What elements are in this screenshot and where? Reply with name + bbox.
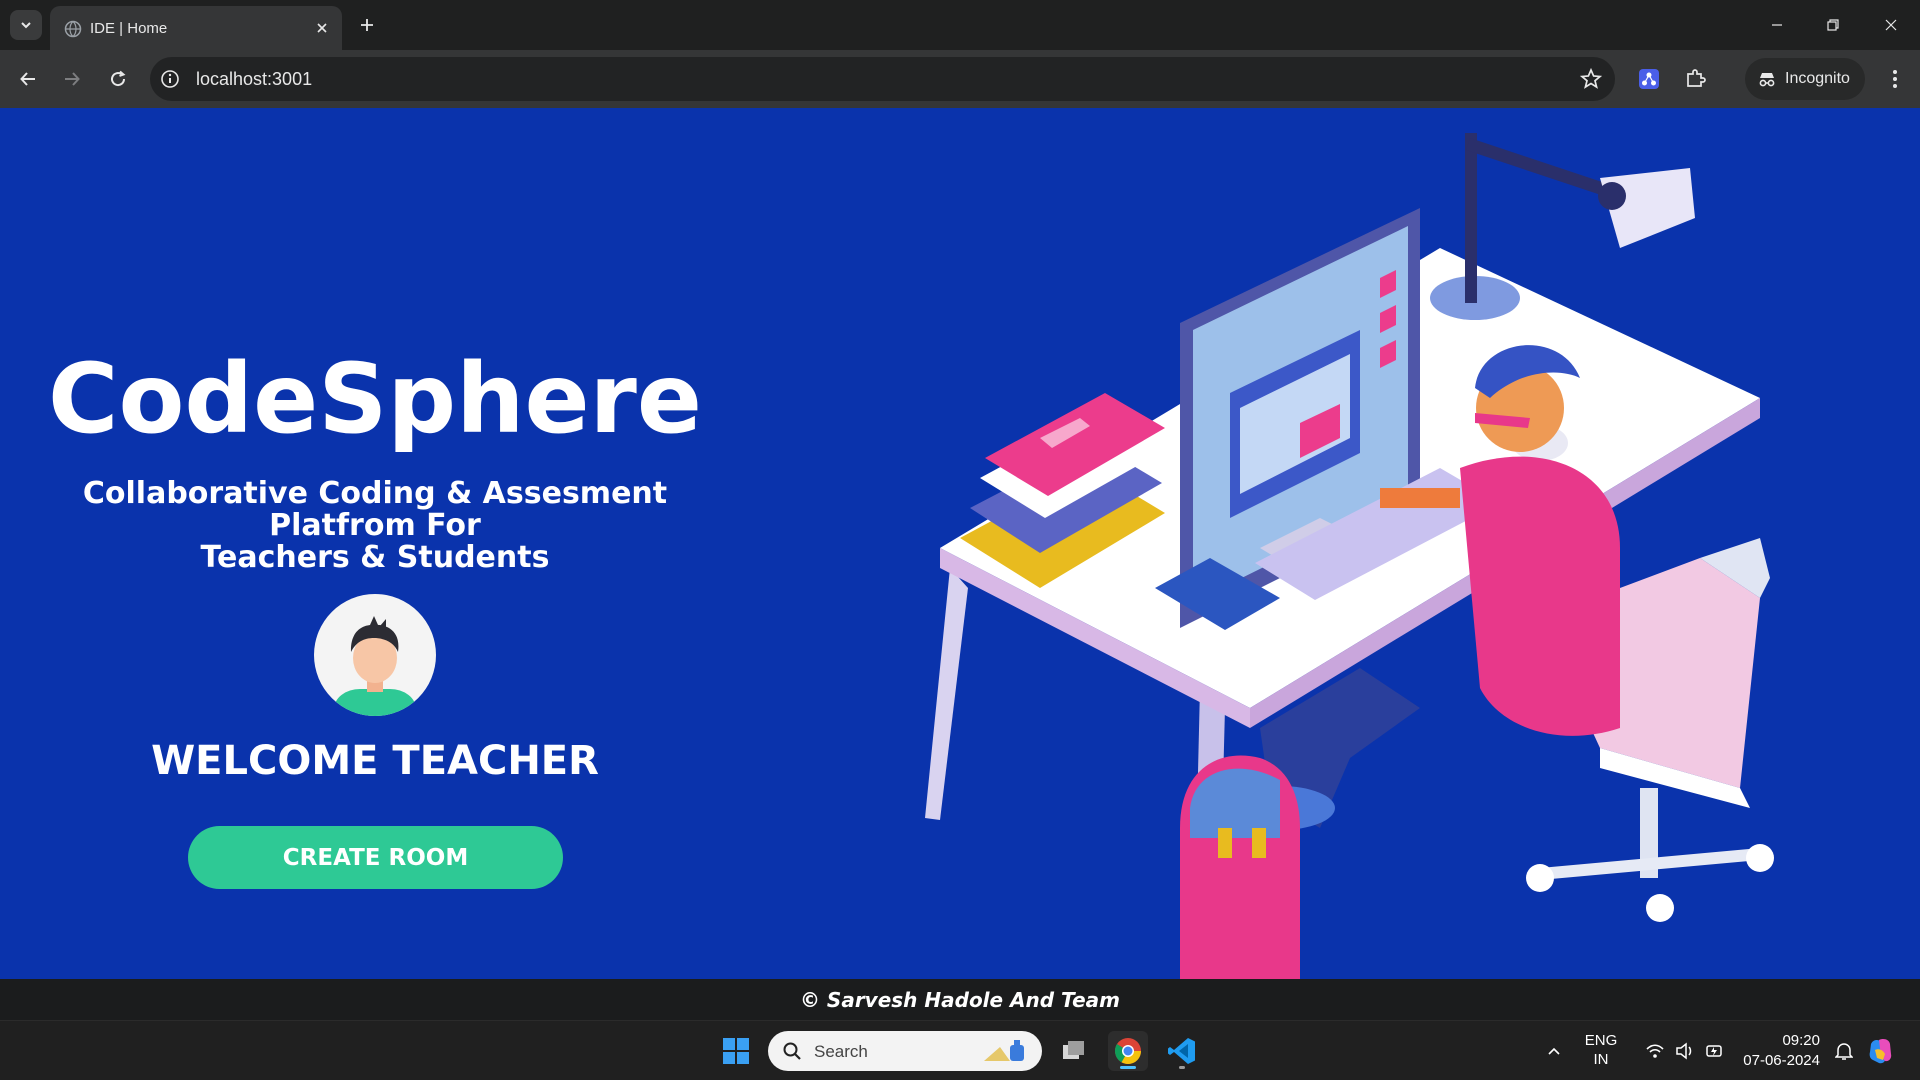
forward-button[interactable] bbox=[56, 63, 88, 95]
teacher-avatar-icon bbox=[334, 616, 416, 716]
new-tab-button[interactable] bbox=[354, 12, 380, 38]
chrome-icon bbox=[1114, 1038, 1142, 1065]
extension-app-icon bbox=[1639, 69, 1659, 89]
desk-lamp bbox=[1430, 133, 1695, 320]
bell-icon bbox=[1835, 1043, 1853, 1060]
search-highlight-icon bbox=[984, 1040, 1024, 1061]
brand-title: CodeSphere bbox=[48, 343, 702, 455]
page-footer: © Sarvesh Hadole And Team bbox=[0, 979, 1920, 1020]
tagline-line: Teachers & Students bbox=[200, 540, 550, 575]
plus-icon bbox=[361, 19, 373, 31]
more-vertical-icon bbox=[1893, 70, 1897, 88]
browser-toolbar: localhost:3001 Incognito bbox=[0, 50, 1920, 108]
create-room-button[interactable]: CREATE ROOM bbox=[188, 826, 563, 889]
tab-search-button[interactable] bbox=[10, 10, 42, 40]
clock-time: 09:20 bbox=[1782, 1032, 1820, 1049]
workspace-illustration bbox=[925, 133, 1774, 979]
notifications-button[interactable] bbox=[1824, 1031, 1864, 1071]
search-icon bbox=[783, 1042, 801, 1060]
chevron-up-icon bbox=[1548, 1047, 1560, 1055]
incognito-icon bbox=[1759, 73, 1775, 87]
chrome-taskbar-button[interactable] bbox=[1108, 1031, 1148, 1071]
taskbar-clock[interactable]: 09:20 07-06-2024 bbox=[1730, 1031, 1820, 1071]
vscode-icon bbox=[1168, 1038, 1195, 1064]
close-icon bbox=[1885, 19, 1897, 31]
welcome-heading: WELCOME TEACHER bbox=[151, 738, 599, 784]
bookmark-star-icon[interactable] bbox=[1579, 67, 1603, 91]
backpack bbox=[1180, 755, 1300, 979]
reload-button[interactable] bbox=[102, 63, 134, 95]
tab-active[interactable]: IDE | Home bbox=[50, 6, 342, 50]
tab-title: IDE | Home bbox=[90, 20, 168, 37]
extensions-menu-button[interactable] bbox=[1679, 63, 1711, 95]
show-hidden-icons-button[interactable] bbox=[1534, 1031, 1574, 1071]
browser-menu-button[interactable] bbox=[1880, 63, 1910, 95]
battery-charging-icon bbox=[1706, 1045, 1722, 1057]
start-button[interactable] bbox=[716, 1031, 756, 1071]
taskbar-search[interactable]: Search bbox=[768, 1031, 1042, 1071]
reload-icon bbox=[111, 70, 126, 87]
volume-icon bbox=[1676, 1042, 1692, 1060]
incognito-badge[interactable]: Incognito bbox=[1745, 58, 1865, 100]
arrow-right-icon bbox=[65, 72, 80, 86]
minimize-icon bbox=[1772, 24, 1782, 26]
wifi-icon bbox=[1646, 1044, 1664, 1058]
taskbar-search-label: Search bbox=[814, 1042, 868, 1061]
avatar bbox=[314, 594, 436, 716]
minimize-button[interactable] bbox=[1754, 10, 1800, 40]
address-bar[interactable]: localhost:3001 bbox=[150, 57, 1615, 101]
tagline-line: Collaborative Coding & Assesment bbox=[82, 476, 668, 511]
tagline-line: Platfrom For bbox=[269, 508, 481, 543]
region-code: IN bbox=[1593, 1051, 1609, 1068]
vscode-taskbar-button[interactable] bbox=[1162, 1031, 1202, 1071]
tagline: Collaborative Coding & Assesment Platfro… bbox=[0, 478, 750, 574]
copilot-icon bbox=[1869, 1039, 1892, 1064]
globe-icon bbox=[64, 20, 82, 38]
open-indicator bbox=[1179, 1066, 1185, 1069]
task-view-button[interactable] bbox=[1054, 1031, 1094, 1071]
puzzle-icon bbox=[1687, 69, 1706, 87]
language-indicator[interactable]: ENG IN bbox=[1576, 1031, 1626, 1069]
incognito-label: Incognito bbox=[1785, 70, 1850, 87]
url-text[interactable]: localhost:3001 bbox=[196, 69, 312, 90]
restore-button[interactable] bbox=[1810, 10, 1856, 40]
clock-date: 07-06-2024 bbox=[1743, 1052, 1820, 1069]
browser-tab-strip: IDE | Home bbox=[0, 0, 1920, 50]
hero-section: CodeSphere Collaborative Coding & Assesm… bbox=[0, 108, 750, 979]
restore-icon bbox=[1827, 19, 1839, 31]
task-view-icon bbox=[1063, 1041, 1084, 1059]
tab-close-button[interactable] bbox=[312, 18, 332, 38]
extension-button[interactable] bbox=[1633, 63, 1665, 95]
arrow-left-icon bbox=[20, 72, 35, 86]
active-indicator bbox=[1120, 1066, 1136, 1069]
copilot-button[interactable] bbox=[1860, 1031, 1900, 1071]
system-tray-quick-settings[interactable] bbox=[1630, 1031, 1740, 1071]
close-icon bbox=[317, 23, 327, 33]
info-icon[interactable] bbox=[160, 69, 180, 89]
taskbar: Search ENG IN 09:20 07-06-2024 bbox=[0, 1020, 1920, 1080]
close-window-button[interactable] bbox=[1868, 10, 1914, 40]
windows-logo-icon bbox=[723, 1038, 749, 1064]
page-viewport: CodeSphere Collaborative Coding & Assesm… bbox=[0, 108, 1920, 979]
chevron-down-icon bbox=[21, 22, 31, 29]
back-button[interactable] bbox=[12, 63, 44, 95]
language-code: ENG bbox=[1584, 1032, 1618, 1049]
